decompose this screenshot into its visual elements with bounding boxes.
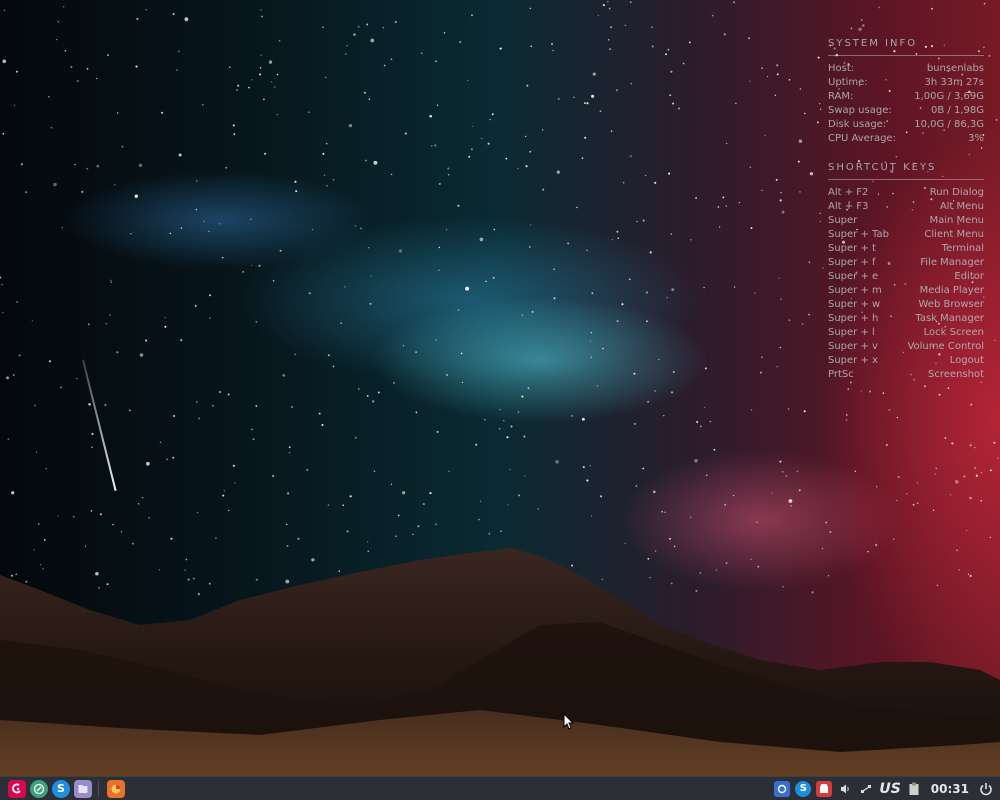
launcher-group: S	[0, 779, 92, 798]
shortcut-key-value: Logout	[949, 355, 984, 366]
shortcut-key-label: Super + f	[828, 257, 876, 268]
shortcut-key-value: Editor	[954, 271, 984, 282]
shortcut-key-label: Alt + F3	[828, 201, 869, 212]
skype-tray-icon[interactable]: S	[795, 780, 812, 797]
mouse-cursor-icon	[563, 713, 575, 730]
taskbar-separator	[98, 780, 99, 797]
system-info-value: 1,00G / 3,69G	[914, 91, 984, 102]
shortcut-key-row: Super + w Web Browser	[828, 298, 984, 312]
shortcut-key-value: File Manager	[920, 257, 984, 268]
file-manager-icon[interactable]	[74, 779, 92, 798]
shortcut-key-value: Client Menu	[924, 229, 984, 240]
shortcut-key-label: Super + m	[828, 285, 882, 296]
system-info-label: RAM:	[828, 91, 854, 102]
shortcut-key-value: Web Browser	[918, 299, 984, 310]
shortcut-key-value: Run Dialog	[929, 187, 984, 198]
updates-icon[interactable]	[816, 780, 833, 797]
system-info-label: Host:	[828, 63, 855, 74]
shortcut-key-row: Super Main Menu	[828, 214, 984, 228]
system-info-list: Host: bunsenlabs Uptime: 3h 33m 27s RAM: 1,00…	[828, 62, 984, 146]
shortcut-key-row: Super + l Lock Screen	[828, 326, 984, 340]
system-info-label: Uptime:	[828, 77, 868, 88]
shortcut-key-row: PrtSc Screenshot	[828, 368, 984, 382]
shortcut-key-row: Super + e Editor	[828, 270, 984, 284]
shortcut-key-label: Alt + F2	[828, 187, 869, 198]
debian-menu-icon[interactable]	[8, 779, 26, 798]
system-info-row: RAM: 1,00G / 3,69G	[828, 90, 984, 104]
shortcut-keys-list: Alt + F2 Run Dialog Alt + F3 Alt Menu Super M…	[828, 186, 984, 382]
clipboard-icon[interactable]	[906, 781, 922, 797]
power-icon[interactable]	[978, 781, 994, 797]
system-info-value: 0B / 1,98G	[931, 105, 984, 116]
system-info-value: bunsenlabs	[926, 63, 984, 74]
system-info-row: Swap usage: 0B / 1,98G	[828, 104, 984, 118]
shortcut-key-label: Super + x	[828, 355, 878, 366]
system-tray: S US 00:31	[774, 780, 1000, 797]
shortcut-key-value: Terminal	[941, 243, 984, 254]
shortcut-key-value: Alt Menu	[939, 201, 984, 212]
system-info-label: Swap usage:	[828, 105, 892, 116]
shortcut-key-value: Lock Screen	[923, 327, 984, 338]
shortcut-key-label: PrtSc	[828, 369, 854, 380]
shortcut-key-row: Super + x Logout	[828, 354, 984, 368]
clock[interactable]: 00:31	[931, 782, 969, 796]
system-info-row: Uptime: 3h 33m 27s	[828, 76, 984, 90]
shortcut-key-value: Screenshot	[928, 369, 984, 380]
shortcut-key-label: Super + h	[828, 313, 879, 324]
system-info-row: Disk usage: 10,0G / 86,3G	[828, 118, 984, 132]
shortcut-key-label: Super + v	[828, 341, 878, 352]
system-info-row: CPU Average: 3%	[828, 132, 984, 146]
shortcut-key-value: Media Player	[919, 285, 984, 296]
shortcut-key-label: Super + w	[828, 299, 881, 310]
taskbar: S S US 00:31	[0, 776, 1000, 800]
keyboard-layout-indicator[interactable]: US	[879, 781, 900, 797]
shortcut-key-value: Main Menu	[929, 215, 984, 226]
volume-icon[interactable]	[837, 781, 853, 797]
system-info-label: CPU Average:	[828, 133, 896, 144]
shortcut-key-label: Super	[828, 215, 858, 226]
shortcut-key-label: Super + e	[828, 271, 879, 282]
shortcut-key-row: Super + t Terminal	[828, 242, 984, 256]
screenshot-tool-icon[interactable]	[774, 780, 791, 797]
shortcut-key-row: Super + v Volume Control	[828, 340, 984, 354]
shortcut-key-row: Super + h Task Manager	[828, 312, 984, 326]
conky-system-monitor: SYSTEM INFO Host: bunsenlabs Uptime: 3h 33m…	[828, 36, 984, 382]
shortcut-key-label: Super + Tab	[828, 229, 889, 240]
shortcut-key-label: Super + l	[828, 327, 875, 338]
shortcut-key-row: Super + f File Manager	[828, 256, 984, 270]
skype-icon[interactable]: S	[52, 779, 70, 798]
shortcut-key-value: Volume Control	[907, 341, 984, 352]
system-info-header: SYSTEM INFO	[828, 38, 984, 56]
shortcut-keys-header: SHORTCUT KEYS	[828, 162, 984, 180]
system-info-value: 10,0G / 86,3G	[914, 119, 984, 130]
shortcut-key-value: Task Manager	[915, 313, 984, 324]
system-info-value: 3%	[968, 133, 984, 144]
shortcut-key-row: Alt + F3 Alt Menu	[828, 200, 984, 214]
system-info-value: 3h 33m 27s	[924, 77, 984, 88]
shortcut-key-row: Alt + F2 Run Dialog	[828, 186, 984, 200]
shortcut-key-label: Super + t	[828, 243, 876, 254]
network-icon[interactable]	[858, 781, 874, 797]
web-browser-icon[interactable]	[30, 779, 48, 798]
shortcut-key-row: Super + Tab Client Menu	[828, 228, 984, 242]
shortcut-key-row: Super + m Media Player	[828, 284, 984, 298]
system-info-row: Host: bunsenlabs	[828, 62, 984, 76]
system-info-label: Disk usage:	[828, 119, 887, 130]
firefox-icon[interactable]	[107, 779, 125, 798]
